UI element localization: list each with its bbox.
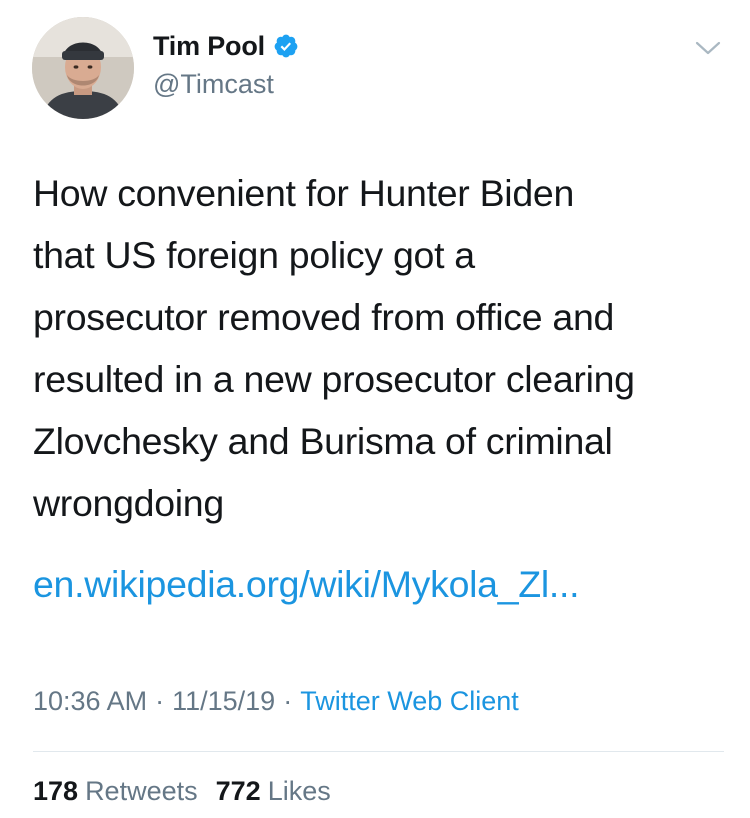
author-handle[interactable]: @Timcast bbox=[153, 69, 299, 100]
likes-label: Likes bbox=[267, 776, 331, 806]
retweets-count: 178 bbox=[33, 776, 79, 806]
chevron-down-icon[interactable] bbox=[694, 38, 722, 58]
retweets-stat[interactable]: 178 Retweets bbox=[33, 776, 198, 807]
meta-separator: · bbox=[283, 686, 293, 716]
tweet-card: Tim Pool @Timcast How convenient for Hun… bbox=[0, 0, 750, 818]
tweet-text: How convenient for Hunter Biden that US … bbox=[33, 172, 635, 524]
tweet-link[interactable]: en.wikipedia.org/wiki/Mykola_Zl... bbox=[33, 553, 580, 615]
verified-badge-icon bbox=[273, 33, 299, 59]
tweet-client-link[interactable]: Twitter Web Client bbox=[300, 686, 519, 717]
author-info[interactable]: Tim Pool @Timcast bbox=[153, 29, 299, 100]
tweet-meta: 10:36 AM · 11/15/19 · Twitter Web Client bbox=[33, 686, 519, 717]
display-name[interactable]: Tim Pool bbox=[153, 31, 265, 62]
likes-stat[interactable]: 772 Likes bbox=[216, 776, 331, 807]
tweet-time[interactable]: 10:36 AM bbox=[33, 686, 147, 717]
retweets-label: Retweets bbox=[85, 776, 198, 806]
display-name-row: Tim Pool bbox=[153, 29, 299, 63]
likes-count: 772 bbox=[215, 776, 261, 806]
divider bbox=[33, 751, 724, 752]
tweet-date[interactable]: 11/15/19 bbox=[172, 686, 275, 717]
tweet-stats: 178 Retweets 772 Likes bbox=[33, 776, 331, 807]
avatar[interactable] bbox=[32, 17, 134, 119]
meta-separator: · bbox=[155, 686, 165, 716]
